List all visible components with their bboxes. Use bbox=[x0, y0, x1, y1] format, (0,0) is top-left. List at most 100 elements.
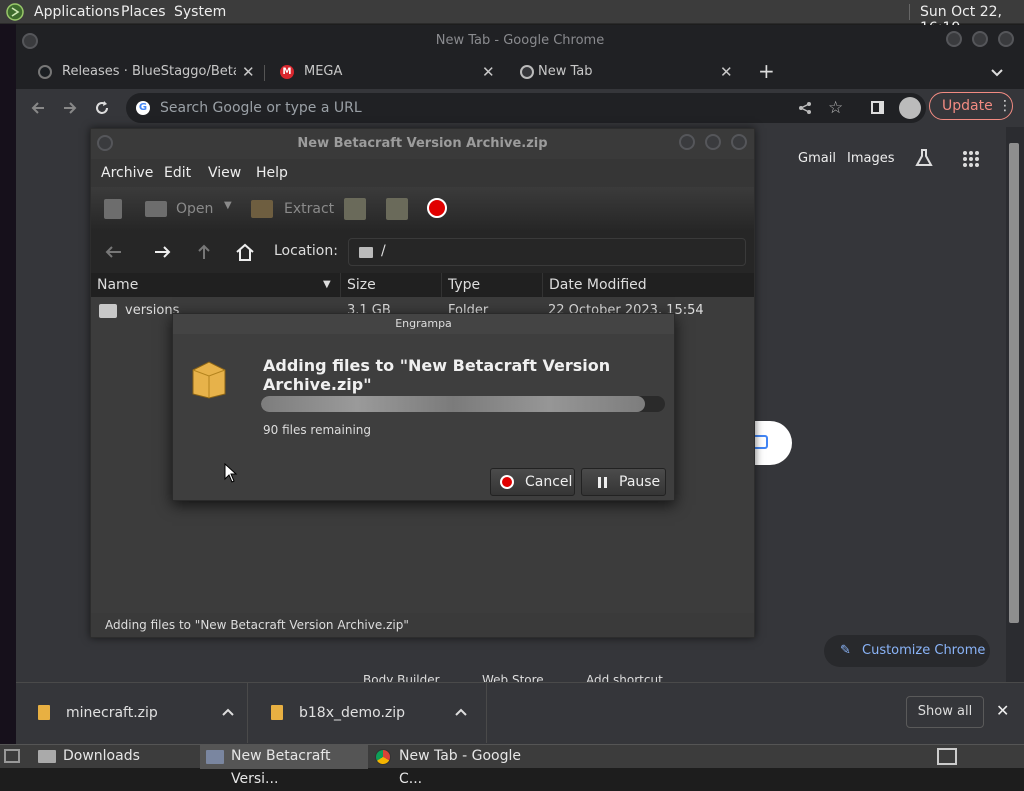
engrampa-toolbar: Open ▼ Extract bbox=[91, 187, 754, 231]
file-list-header: Name ▼ Size Type Date Modified bbox=[91, 273, 754, 297]
back-arrow-icon[interactable] bbox=[103, 244, 123, 260]
pause-icon-bar bbox=[604, 477, 607, 488]
menu-help[interactable]: Help bbox=[256, 165, 288, 181]
close-shelf-icon[interactable]: ✕ bbox=[996, 701, 1009, 720]
taskbar-item-chrome[interactable]: New Tab - Google C... bbox=[370, 745, 542, 787]
progress-dialog: Engrampa Adding files to "New Betacraft … bbox=[172, 313, 675, 501]
column-header-date[interactable]: Date Modified bbox=[543, 273, 754, 297]
engrampa-window-title: New Betacraft Version Archive.zip bbox=[297, 136, 548, 151]
gmail-link[interactable]: Gmail bbox=[798, 151, 836, 166]
minimize-button[interactable] bbox=[946, 31, 962, 47]
dialog-title[interactable]: Engrampa bbox=[173, 314, 674, 334]
tab-search-chevron-icon[interactable] bbox=[991, 67, 1003, 79]
location-path: / bbox=[381, 243, 386, 259]
close-button[interactable] bbox=[731, 134, 747, 150]
folder-icon bbox=[38, 750, 56, 763]
column-header-size[interactable]: Size bbox=[341, 273, 442, 297]
tab-releases[interactable]: Releases · BlueStaggo/Beta1.8 ✕ bbox=[16, 57, 262, 89]
open-dropdown-icon[interactable]: ▼ bbox=[224, 200, 232, 211]
taskbar-item-downloads[interactable]: Downloads bbox=[30, 745, 198, 769]
new-tab-button[interactable]: + bbox=[758, 59, 775, 83]
close-button[interactable] bbox=[998, 31, 1014, 47]
window-menu-icon[interactable] bbox=[22, 33, 38, 49]
tab-mega[interactable]: M MEGA ✕ bbox=[258, 57, 498, 89]
add-folder-icon[interactable] bbox=[386, 198, 408, 220]
share-icon[interactable] bbox=[798, 101, 812, 115]
mate-logo-icon[interactable] bbox=[6, 3, 24, 21]
up-arrow-icon[interactable] bbox=[195, 242, 213, 260]
top-panel: Applications Places System Sun Oct 22, 1… bbox=[0, 0, 1024, 36]
images-link[interactable]: Images bbox=[847, 151, 895, 166]
chevron-up-icon[interactable] bbox=[222, 707, 234, 717]
tab-new-tab[interactable]: New Tab ✕ bbox=[498, 57, 744, 89]
chrome-titlebar[interactable]: New Tab - Google Chrome bbox=[16, 25, 1024, 57]
maximize-button[interactable] bbox=[972, 31, 988, 47]
folder-icon bbox=[99, 304, 117, 318]
apps-grid-icon[interactable] bbox=[962, 150, 980, 168]
omnibox[interactable]: G Search Google or type a URL ☆ bbox=[126, 93, 926, 123]
minimize-button[interactable] bbox=[679, 134, 695, 150]
new-archive-icon[interactable] bbox=[104, 199, 122, 219]
forward-arrow-icon[interactable] bbox=[62, 100, 78, 116]
cancel-button[interactable]: Cancel bbox=[490, 468, 575, 496]
menu-view[interactable]: View bbox=[208, 165, 241, 181]
progress-fill bbox=[261, 396, 645, 412]
folder-icon bbox=[359, 247, 373, 258]
download-item[interactable]: minecraft.zip bbox=[16, 683, 248, 743]
files-remaining: 90 files remaining bbox=[263, 423, 372, 437]
desktop-background bbox=[0, 24, 16, 744]
show-desktop-icon[interactable] bbox=[4, 749, 20, 763]
update-button[interactable]: Update ⋮ bbox=[929, 92, 1013, 120]
maximize-button[interactable] bbox=[705, 134, 721, 150]
add-files-icon[interactable] bbox=[344, 198, 366, 220]
tab-close-icon[interactable]: ✕ bbox=[720, 57, 733, 87]
taskbar-item-engrampa[interactable]: New Betacraft Versi... bbox=[200, 745, 368, 787]
labs-flask-icon[interactable] bbox=[914, 148, 934, 168]
column-header-name[interactable]: Name ▼ bbox=[91, 273, 341, 297]
home-icon[interactable] bbox=[234, 242, 256, 262]
menu-applications[interactable]: Applications bbox=[34, 4, 120, 20]
pause-icon bbox=[598, 477, 601, 488]
download-shelf: minecraft.zip b18x_demo.zip Show all ✕ bbox=[16, 682, 1024, 744]
customize-label: Customize Chrome bbox=[862, 643, 986, 658]
download-filename: b18x_demo.zip bbox=[299, 705, 406, 721]
column-label: Size bbox=[347, 277, 376, 293]
scrollbar-thumb[interactable] bbox=[1009, 143, 1019, 623]
zip-file-icon bbox=[38, 705, 50, 720]
tab-close-icon[interactable]: ✕ bbox=[482, 57, 495, 87]
back-arrow-icon[interactable] bbox=[30, 100, 46, 116]
show-all-button[interactable]: Show all bbox=[906, 696, 984, 728]
bookmark-star-icon[interactable]: ☆ bbox=[828, 93, 843, 123]
forward-arrow-icon[interactable] bbox=[153, 244, 173, 260]
open-folder-icon[interactable] bbox=[145, 201, 167, 217]
chrome-icon bbox=[375, 749, 391, 765]
chevron-up-icon[interactable] bbox=[455, 707, 467, 717]
extract-icon[interactable] bbox=[251, 200, 273, 218]
pause-label: Pause bbox=[619, 474, 661, 490]
download-item[interactable]: b18x_demo.zip bbox=[249, 683, 487, 743]
stop-icon[interactable] bbox=[427, 198, 447, 218]
window-menu-icon[interactable] bbox=[97, 135, 113, 151]
profile-avatar-icon[interactable] bbox=[899, 97, 921, 119]
zip-file-icon bbox=[271, 705, 283, 720]
pause-button[interactable]: Pause bbox=[581, 468, 666, 496]
customize-chrome-button[interactable]: ✎ Customize Chrome bbox=[824, 635, 990, 667]
kebab-menu-icon[interactable]: ⋮ bbox=[998, 93, 1012, 119]
menu-edit[interactable]: Edit bbox=[164, 165, 191, 181]
workspace-switcher-icon[interactable] bbox=[937, 748, 957, 765]
tab-label: Releases · BlueStaggo/Beta1.8 bbox=[62, 64, 236, 79]
side-panel-icon[interactable] bbox=[871, 101, 884, 114]
column-header-type[interactable]: Type bbox=[442, 273, 543, 297]
menu-places[interactable]: Places bbox=[121, 4, 166, 20]
column-label: Name bbox=[97, 277, 139, 293]
menu-system[interactable]: System bbox=[174, 4, 226, 20]
mega-icon: M bbox=[280, 65, 294, 79]
tab-close-icon[interactable]: ✕ bbox=[242, 57, 255, 87]
archive-manager-icon bbox=[206, 750, 224, 764]
menu-archive[interactable]: Archive bbox=[101, 165, 153, 181]
engrampa-titlebar[interactable]: New Betacraft Version Archive.zip bbox=[91, 129, 754, 159]
reload-icon[interactable] bbox=[94, 100, 110, 116]
extract-button[interactable]: Extract bbox=[284, 201, 334, 217]
location-field[interactable]: / bbox=[348, 238, 746, 266]
open-button[interactable]: Open bbox=[176, 201, 213, 217]
